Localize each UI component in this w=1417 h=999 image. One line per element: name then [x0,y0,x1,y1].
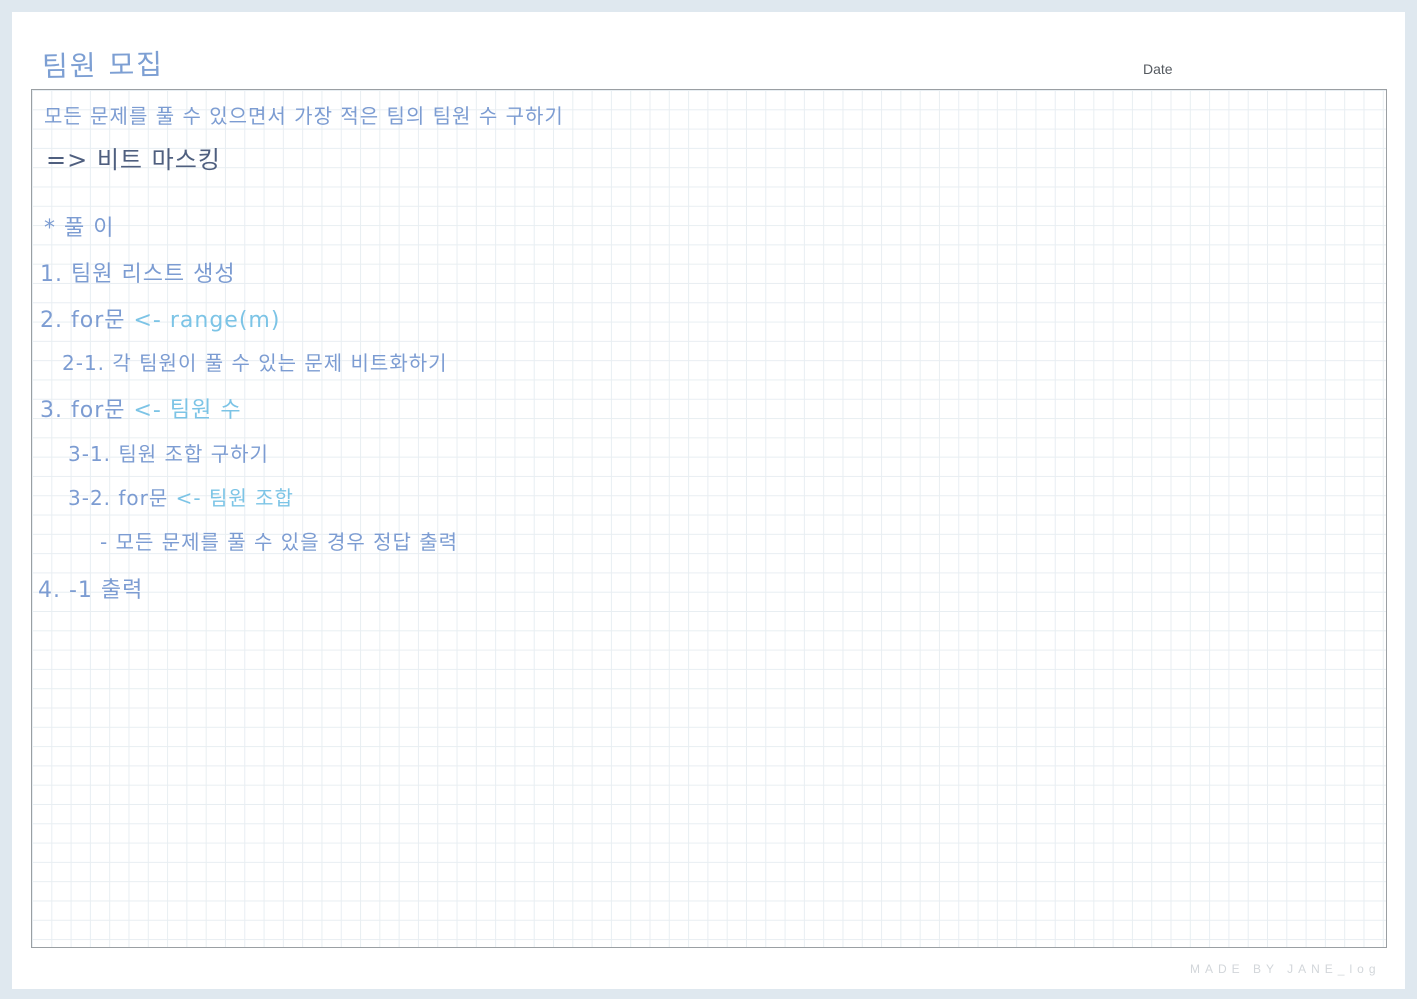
step-2-1: 2-1. 각 팀원이 풀 수 있는 문제 비트화하기 [62,351,448,375]
grid-writing-area [31,89,1387,948]
step-2-label: 2. for문 [40,308,126,333]
step-3-arrow-note: <- 팀원 수 [133,398,242,423]
step-2-arrow-note: <- range(m) [133,308,281,333]
step-3-2: 3-2. for문 <- 팀원 조합 [68,482,294,511]
step-3-label: 3. for문 [40,398,126,423]
step-1: 1. 팀원 리스트 생성 [40,262,236,287]
notebook-page: 팀원 모집 Date 모든 문제를 풀 수 있으면서 가장 적은 팀의 팀원 수… [12,12,1405,989]
footer-credit: MADE BY JANE_log [1190,962,1381,976]
step-3-2-detail: - 모든 문제를 풀 수 있을 경우 정답 출력 [100,530,459,554]
method-line: => 비트 마스킹 [46,146,221,174]
page-title: 팀원 모집 [41,47,165,84]
step-3: 3. for문 <- 팀원 수 [40,392,242,424]
step-2: 2. for문 <- range(m) [40,302,280,334]
problem-statement: 모든 문제를 풀 수 있으면서 가장 적은 팀의 팀원 수 구하기 [44,104,564,128]
step-3-1: 3-1. 팀원 조합 구하기 [68,442,269,466]
step-3-2-label: 3-2. for문 [68,486,169,510]
date-label: Date [1143,61,1173,77]
step-4: 4. -1 출력 [38,578,144,603]
step-3-2-arrow-note: <- 팀원 조합 [175,486,294,510]
solution-header: * 풀 이 [44,216,115,241]
